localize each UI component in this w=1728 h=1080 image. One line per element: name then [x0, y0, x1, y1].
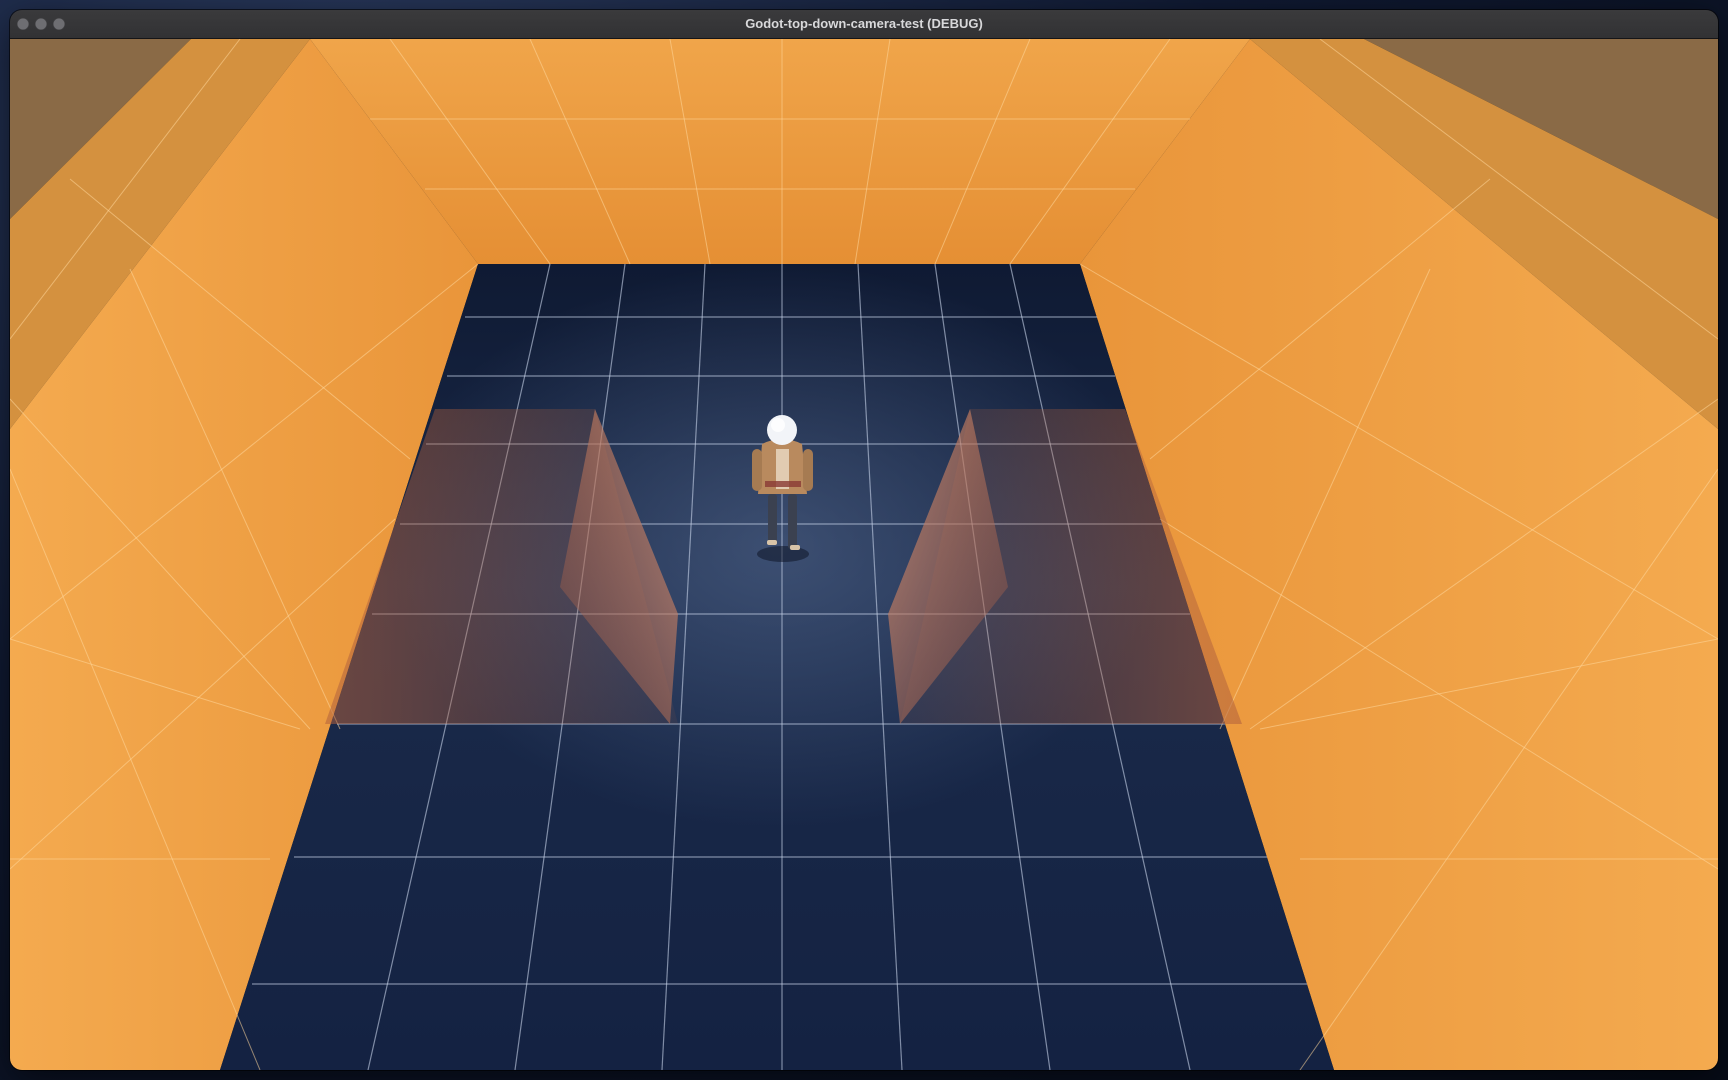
- desktop-background: Godot-top-down-camera-test (DEBUG): [0, 0, 1728, 1080]
- player-left-leg: [768, 494, 777, 544]
- game-viewport[interactable]: [10, 39, 1718, 1070]
- game-window: Godot-top-down-camera-test (DEBUG): [10, 10, 1718, 1070]
- title-bar[interactable]: Godot-top-down-camera-test (DEBUG): [10, 10, 1718, 39]
- player-right-leg: [788, 494, 797, 549]
- player-shadow: [757, 546, 809, 562]
- player-right-arm: [803, 449, 813, 491]
- player-left-arm: [752, 449, 762, 491]
- scene-canvas: [10, 39, 1718, 1070]
- window-title: Godot-top-down-camera-test (DEBUG): [745, 16, 983, 31]
